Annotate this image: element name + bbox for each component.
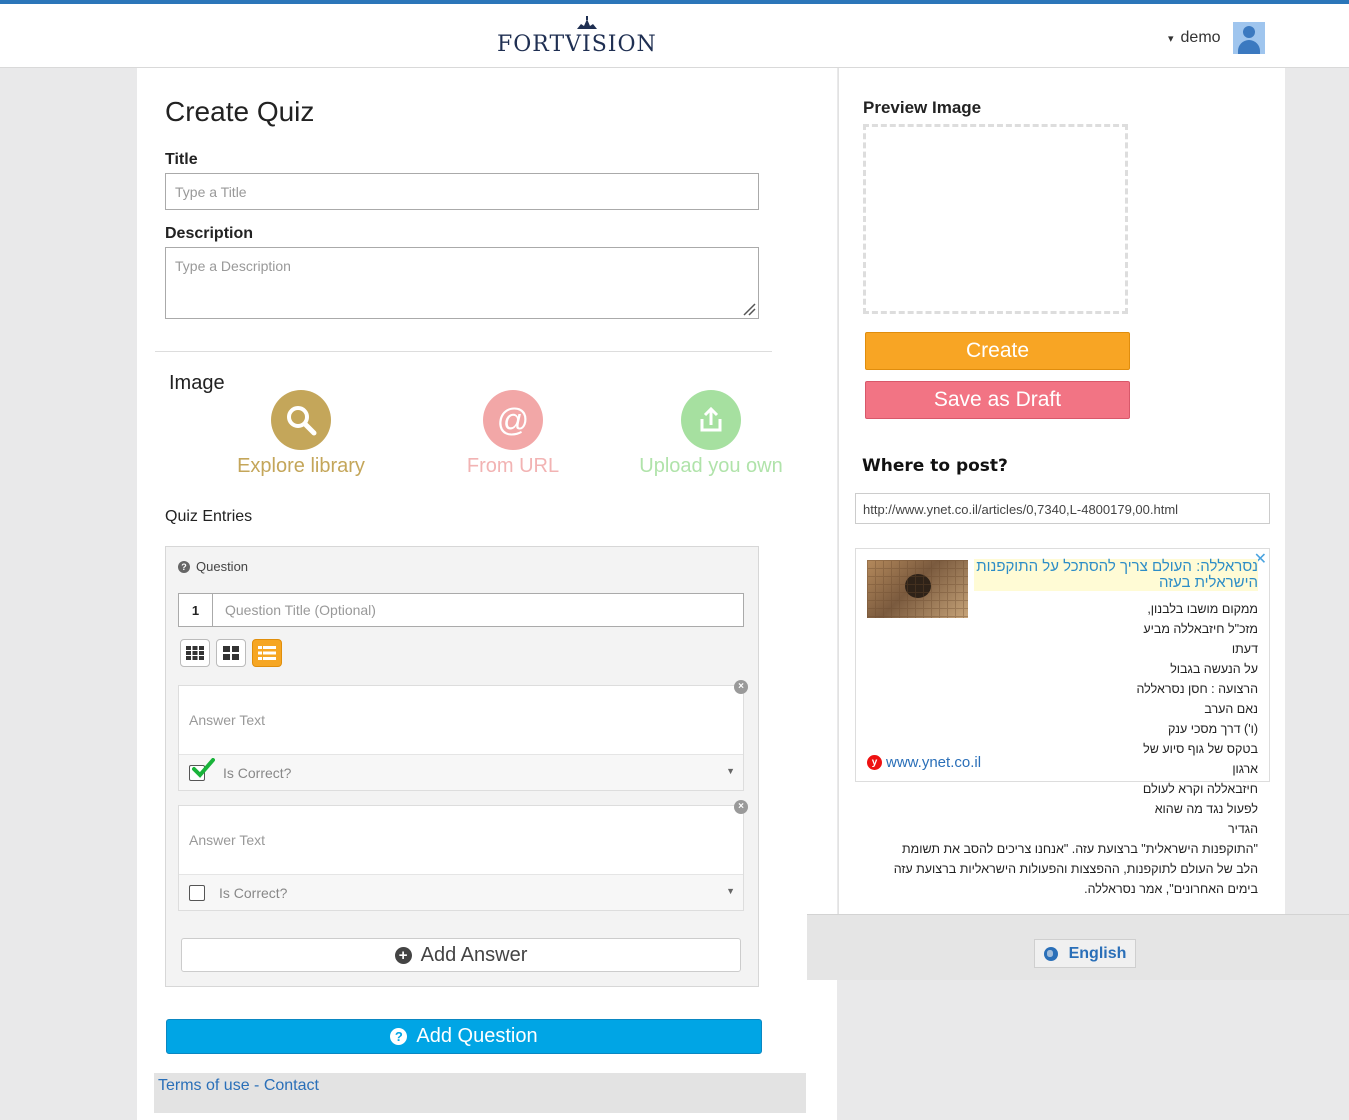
question-circle-icon: ? bbox=[390, 1028, 408, 1045]
question-header: ? Question bbox=[178, 559, 248, 574]
explore-library-label: Explore library bbox=[237, 455, 365, 477]
where-to-post-label: Where to post? bbox=[862, 456, 1008, 476]
page-title: Create Quiz bbox=[165, 96, 315, 127]
grid-2-layout-button[interactable] bbox=[216, 639, 246, 667]
description-label: Description bbox=[165, 225, 254, 242]
grid-3-layout-button[interactable] bbox=[180, 639, 210, 667]
answer-correct-row[interactable]: Is Correct? ▼ bbox=[179, 874, 743, 910]
contact-link[interactable]: Contact bbox=[264, 1077, 319, 1094]
list-icon bbox=[258, 646, 276, 660]
answer-card: Answer Text Is Correct? ▼ bbox=[178, 805, 744, 911]
terms-link[interactable]: Terms of use bbox=[158, 1077, 250, 1094]
preview-image-dropzone[interactable] bbox=[863, 124, 1128, 314]
remove-answer-icon[interactable]: × bbox=[734, 680, 748, 694]
save-draft-button[interactable]: Save as Draft bbox=[865, 381, 1130, 419]
chevron-down-icon: ▾ bbox=[1168, 32, 1174, 45]
answer-text-input[interactable]: Answer Text bbox=[189, 832, 265, 848]
title-label: Title bbox=[165, 151, 198, 168]
add-answer-label: Add Answer bbox=[420, 943, 528, 966]
resize-handle-icon[interactable] bbox=[742, 302, 756, 316]
title-input[interactable]: Type a Title bbox=[165, 173, 759, 210]
dropdown-arrow-icon[interactable]: ▼ bbox=[726, 766, 735, 776]
question-header-label: Question bbox=[196, 559, 249, 574]
section-divider bbox=[155, 351, 772, 352]
answer-correct-row[interactable]: Is Correct? ▼ bbox=[179, 754, 743, 790]
upload-icon bbox=[681, 390, 741, 450]
add-question-label: Add Question bbox=[416, 1025, 538, 1047]
avatar-head bbox=[1242, 26, 1255, 38]
article-source-link[interactable]: y www.ynet.co.il bbox=[867, 754, 981, 771]
post-url-input[interactable]: http://www.ynet.co.il/articles/0,7340,L-… bbox=[855, 493, 1270, 524]
footer-separator: - bbox=[254, 1077, 260, 1094]
at-icon: @ bbox=[483, 390, 543, 450]
add-question-button[interactable]: ? Add Question bbox=[166, 1019, 762, 1054]
quiz-entries-label: Quiz Entries bbox=[165, 508, 253, 525]
answer-card: Answer Text Is Correct? ▼ bbox=[178, 685, 744, 791]
article-body-line: ממקום מושבו בלבנון, מזכ"ל חיזבאללה מביע … bbox=[1143, 602, 1258, 656]
grid-3-icon bbox=[186, 646, 204, 660]
question-title-input[interactable]: Question Title (Optional) bbox=[213, 594, 376, 626]
grid-2-icon bbox=[223, 646, 239, 660]
is-correct-checkbox[interactable] bbox=[189, 885, 205, 901]
article-preview-card: ✕ נסראללה: העולם צריך להסתכל על התוקפנות… bbox=[855, 548, 1270, 896]
language-label: English bbox=[1068, 944, 1127, 962]
article-source-label: www.ynet.co.il bbox=[886, 754, 982, 771]
dropdown-arrow-icon[interactable]: ▼ bbox=[726, 886, 735, 896]
article-body-line: על הנעשה בגבול הרצועה : חסן נסראללה נאם … bbox=[1136, 662, 1258, 716]
avatar[interactable] bbox=[1232, 22, 1265, 54]
is-correct-label: Is Correct? bbox=[219, 885, 288, 901]
upload-own-label: Upload you own bbox=[639, 455, 783, 477]
question-number: 1 bbox=[179, 594, 213, 626]
description-textarea[interactable]: Type a Description bbox=[165, 247, 759, 319]
answer-text-input[interactable]: Answer Text bbox=[189, 712, 265, 728]
remove-answer-icon[interactable]: × bbox=[734, 800, 748, 814]
article-body-line: הלב של העולם לתוקפנות, ההפצצות והפעולות … bbox=[893, 862, 1258, 876]
fortvision-logo[interactable]: FORTVISION bbox=[497, 16, 679, 60]
upload-own-button[interactable]: Upload you own bbox=[630, 390, 792, 478]
from-url-button[interactable]: @ From URL bbox=[448, 390, 578, 478]
is-correct-label: Is Correct? bbox=[223, 765, 292, 781]
checkmark-icon bbox=[192, 758, 215, 778]
app-header: FORTVISION ▾ demo bbox=[0, 4, 1349, 68]
article-body-line: בימים האחרונים", אמר נסראללה. bbox=[1084, 882, 1258, 896]
from-url-label: From URL bbox=[466, 455, 560, 477]
article-body-line: "התוקפנות הישראלית" ברצועת עזה. "אנחנו צ… bbox=[902, 842, 1258, 856]
search-icon bbox=[271, 390, 331, 450]
create-button[interactable]: Create bbox=[865, 332, 1130, 370]
article-body-line: חיזבאללה וקרא לעולם לפעול נגד מה שהוא הג… bbox=[1142, 782, 1258, 836]
user-menu[interactable]: ▾ demo bbox=[1168, 22, 1265, 54]
article-headline[interactable]: נסראללה: העולם צריך להסתכל על התוקפנות ה… bbox=[974, 559, 1258, 591]
logo-text: FORTVISION bbox=[497, 32, 657, 57]
user-name: demo bbox=[1180, 29, 1221, 46]
language-button[interactable]: English bbox=[1034, 939, 1136, 968]
question-title-row: 1 Question Title (Optional) bbox=[178, 593, 744, 627]
ynet-logo-icon: y bbox=[867, 755, 882, 770]
image-label: Image bbox=[169, 372, 225, 394]
plus-circle-icon: + bbox=[394, 946, 412, 964]
list-layout-button[interactable] bbox=[252, 639, 282, 667]
footer-links: Terms of use - Contact bbox=[158, 1077, 319, 1095]
answer-layout-switcher bbox=[180, 639, 282, 667]
preview-image-label: Preview Image bbox=[863, 98, 982, 117]
explore-library-button[interactable]: Explore library bbox=[226, 390, 376, 478]
article-body: ממקום מושבו בלבנון, מזכ"ל חיזבאללה מביע … bbox=[866, 599, 1258, 899]
fort-logo-icon bbox=[577, 16, 597, 29]
question-mark-icon: ? bbox=[178, 560, 190, 573]
add-answer-button[interactable]: + Add Answer bbox=[181, 938, 741, 972]
description-placeholder: Type a Description bbox=[175, 258, 291, 274]
avatar-body bbox=[1237, 40, 1260, 54]
globe-icon bbox=[1043, 946, 1058, 961]
